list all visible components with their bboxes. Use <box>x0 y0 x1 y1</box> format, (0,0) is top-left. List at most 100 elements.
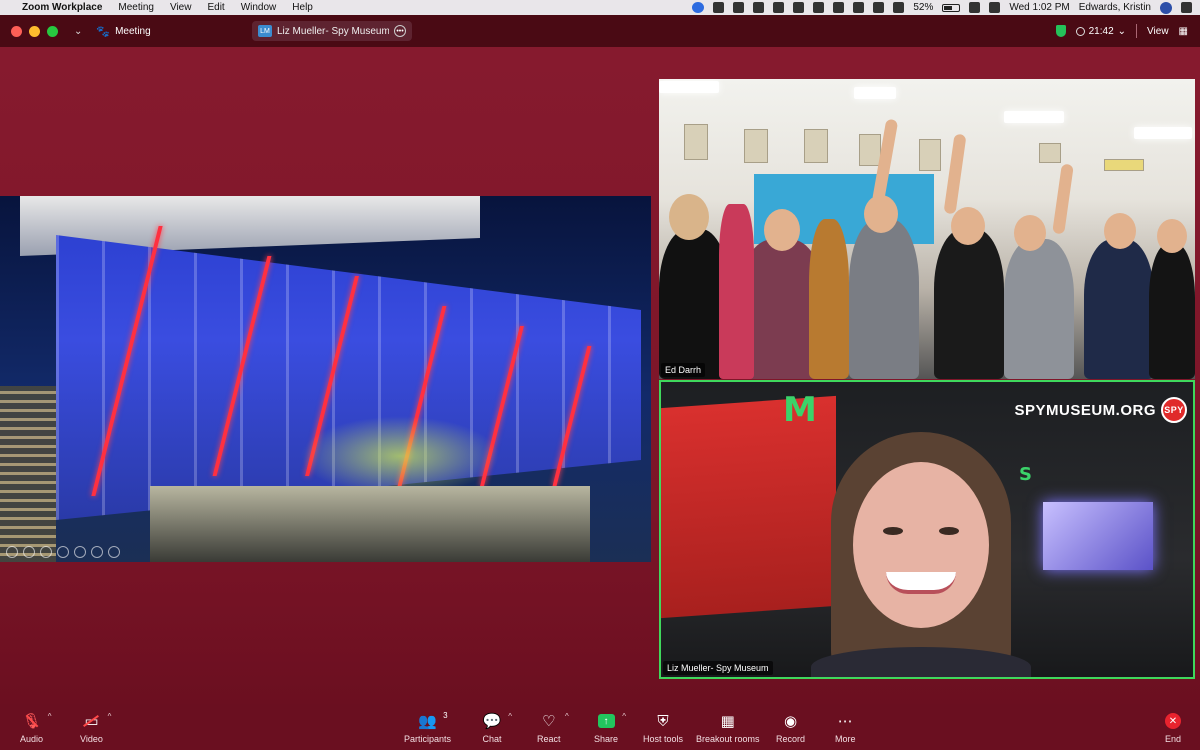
audio-label: Audio <box>20 734 44 744</box>
chat-button[interactable]: 💬 ^ Chat <box>482 712 512 744</box>
host-tools-button[interactable]: ⛨ Host tools <box>643 712 684 745</box>
titlebar-right: 21:42 ⌄ View ▦ <box>1055 15 1188 47</box>
tray-icon-6[interactable] <box>853 2 865 13</box>
user-avatar-icon[interactable] <box>1160 1 1172 14</box>
menu-app-name[interactable]: Zoom Workplace <box>22 2 102 13</box>
zoom-tray-icon[interactable] <box>692 2 705 13</box>
annotate-icon[interactable] <box>6 546 18 558</box>
spy-museum-url: SPYMUSEUM.ORG <box>1014 401 1156 419</box>
menu-help[interactable]: Help <box>292 2 313 13</box>
participants-label: Participants <box>404 734 452 744</box>
student <box>1084 239 1154 379</box>
close-window-button[interactable] <box>11 25 22 37</box>
menu-edit[interactable]: Edit <box>207 2 224 13</box>
react-button[interactable]: ♡ ^ React <box>537 712 569 744</box>
airplay-icon[interactable] <box>873 2 885 13</box>
zoom-titlebar: ⌄ 🐾 Meeting LM Liz Mueller- Spy Museum's… <box>0 15 1200 47</box>
video-options-caret[interactable]: ^ <box>108 712 112 721</box>
control-center-icon[interactable] <box>989 2 1001 13</box>
menu-view[interactable]: View <box>170 2 192 13</box>
meeting-toolbar: 🎙 ^ Audio ▭ ^ Video 👥 3 Participants 💬 ^ Cha… <box>0 704 1200 750</box>
end-label: End <box>1164 734 1181 744</box>
tray-icon-4[interactable] <box>773 2 785 13</box>
time-machine-icon[interactable] <box>813 2 825 13</box>
chevron-down-icon[interactable]: ⌄ <box>74 26 82 37</box>
student-head <box>1157 219 1187 253</box>
breakout-rooms-button[interactable]: ▦ Breakout rooms <box>696 712 760 744</box>
record-icon: ◉ <box>783 713 798 730</box>
audio-button[interactable]: 🎙 ^ Audio <box>20 712 52 744</box>
share-label: Share <box>594 734 619 744</box>
student-head <box>764 209 800 251</box>
annotate-icon[interactable] <box>91 546 103 558</box>
screen-share-indicator[interactable]: LM Liz Mueller- Spy Museum's screen ••• <box>252 21 412 41</box>
side-building <box>0 386 56 562</box>
annotate-icon[interactable] <box>74 546 86 558</box>
annotate-icon[interactable] <box>57 546 69 558</box>
wall-poster <box>804 129 828 163</box>
battery-percent: 52% <box>913 2 934 13</box>
sharer-initials-badge: LM <box>258 25 272 37</box>
more-options-icon[interactable]: ••• <box>394 25 406 37</box>
student <box>1149 244 1195 379</box>
annotate-icon[interactable] <box>40 546 52 558</box>
presenter <box>811 432 1031 677</box>
share-button[interactable]: ↑ ^ Share <box>594 712 626 744</box>
bluetooth-icon[interactable] <box>833 2 845 13</box>
participant-tile-active-speaker[interactable]: M S SPYMUSEUM.ORG SPY Liz Mueller- Spy M… <box>659 380 1195 679</box>
meeting-title: Meeting <box>115 25 151 37</box>
security-shield-icon[interactable] <box>1055 25 1066 37</box>
audio-options-caret[interactable]: ^ <box>48 712 52 721</box>
annotate-icon[interactable] <box>108 546 120 558</box>
wifi-icon[interactable] <box>893 2 905 13</box>
meeting-timer[interactable]: 21:42 ⌄ <box>1075 26 1126 37</box>
tray-icon-5[interactable] <box>793 2 805 13</box>
participants-button[interactable]: 👥 3 Participants <box>404 711 452 744</box>
wall-poster <box>744 129 768 163</box>
annotate-icon[interactable] <box>23 546 35 558</box>
react-options-caret[interactable]: ^ <box>565 712 569 721</box>
video-label: Video <box>80 734 103 744</box>
tray-icon-2[interactable] <box>733 2 745 13</box>
raised-hand <box>943 133 967 215</box>
raised-hand <box>1052 163 1074 235</box>
lit-staircase <box>300 416 500 496</box>
wall-poster <box>684 124 708 160</box>
battery-icon[interactable] <box>942 3 961 12</box>
ceiling-light <box>1134 127 1192 139</box>
search-icon[interactable] <box>969 2 981 13</box>
shared-screen[interactable] <box>0 196 651 562</box>
more-icon: ⋯ <box>837 713 853 730</box>
siri-icon[interactable] <box>1181 2 1192 13</box>
student-head <box>864 195 898 233</box>
record-button[interactable]: ◉ Record <box>776 712 805 744</box>
chat-options-caret[interactable]: ^ <box>508 712 512 721</box>
menu-window[interactable]: Window <box>241 2 277 13</box>
view-button[interactable]: View <box>1147 26 1169 37</box>
participant-tile[interactable]: Ed Darrh <box>659 79 1195 379</box>
menubar-datetime[interactable]: Wed 1:02 PM <box>1009 2 1069 13</box>
video-button[interactable]: ▭ ^ Video <box>80 712 111 744</box>
fullscreen-window-button[interactable] <box>47 25 58 37</box>
titlebar-divider <box>1136 24 1138 38</box>
menubar-user[interactable]: Edwards, Kristin <box>1079 2 1151 13</box>
react-label: React <box>537 734 561 744</box>
wall-poster <box>1039 143 1061 163</box>
spy-museum-logo: SPYMUSEUM.ORG SPY <box>1014 397 1187 423</box>
menu-meeting[interactable]: Meeting <box>118 2 154 13</box>
host-tools-label: Host tools <box>643 734 684 744</box>
minimize-window-button[interactable] <box>29 25 40 37</box>
end-meeting-button[interactable]: ✕ End <box>1163 712 1183 744</box>
student-head <box>951 207 985 245</box>
clock-icon <box>1075 26 1085 36</box>
tray-icon-3[interactable] <box>753 2 765 13</box>
breakout-rooms-icon: ▦ <box>720 713 735 730</box>
heart-icon: ♡ ^ <box>542 712 569 730</box>
share-options-caret[interactable]: ^ <box>622 712 626 721</box>
more-button[interactable]: ⋯ More <box>835 712 856 744</box>
student <box>849 219 919 379</box>
grid-view-icon[interactable]: ▦ <box>1179 26 1188 37</box>
tray-icon-1[interactable] <box>713 2 725 13</box>
record-label: Record <box>776 734 806 744</box>
ceiling-light <box>854 87 896 99</box>
